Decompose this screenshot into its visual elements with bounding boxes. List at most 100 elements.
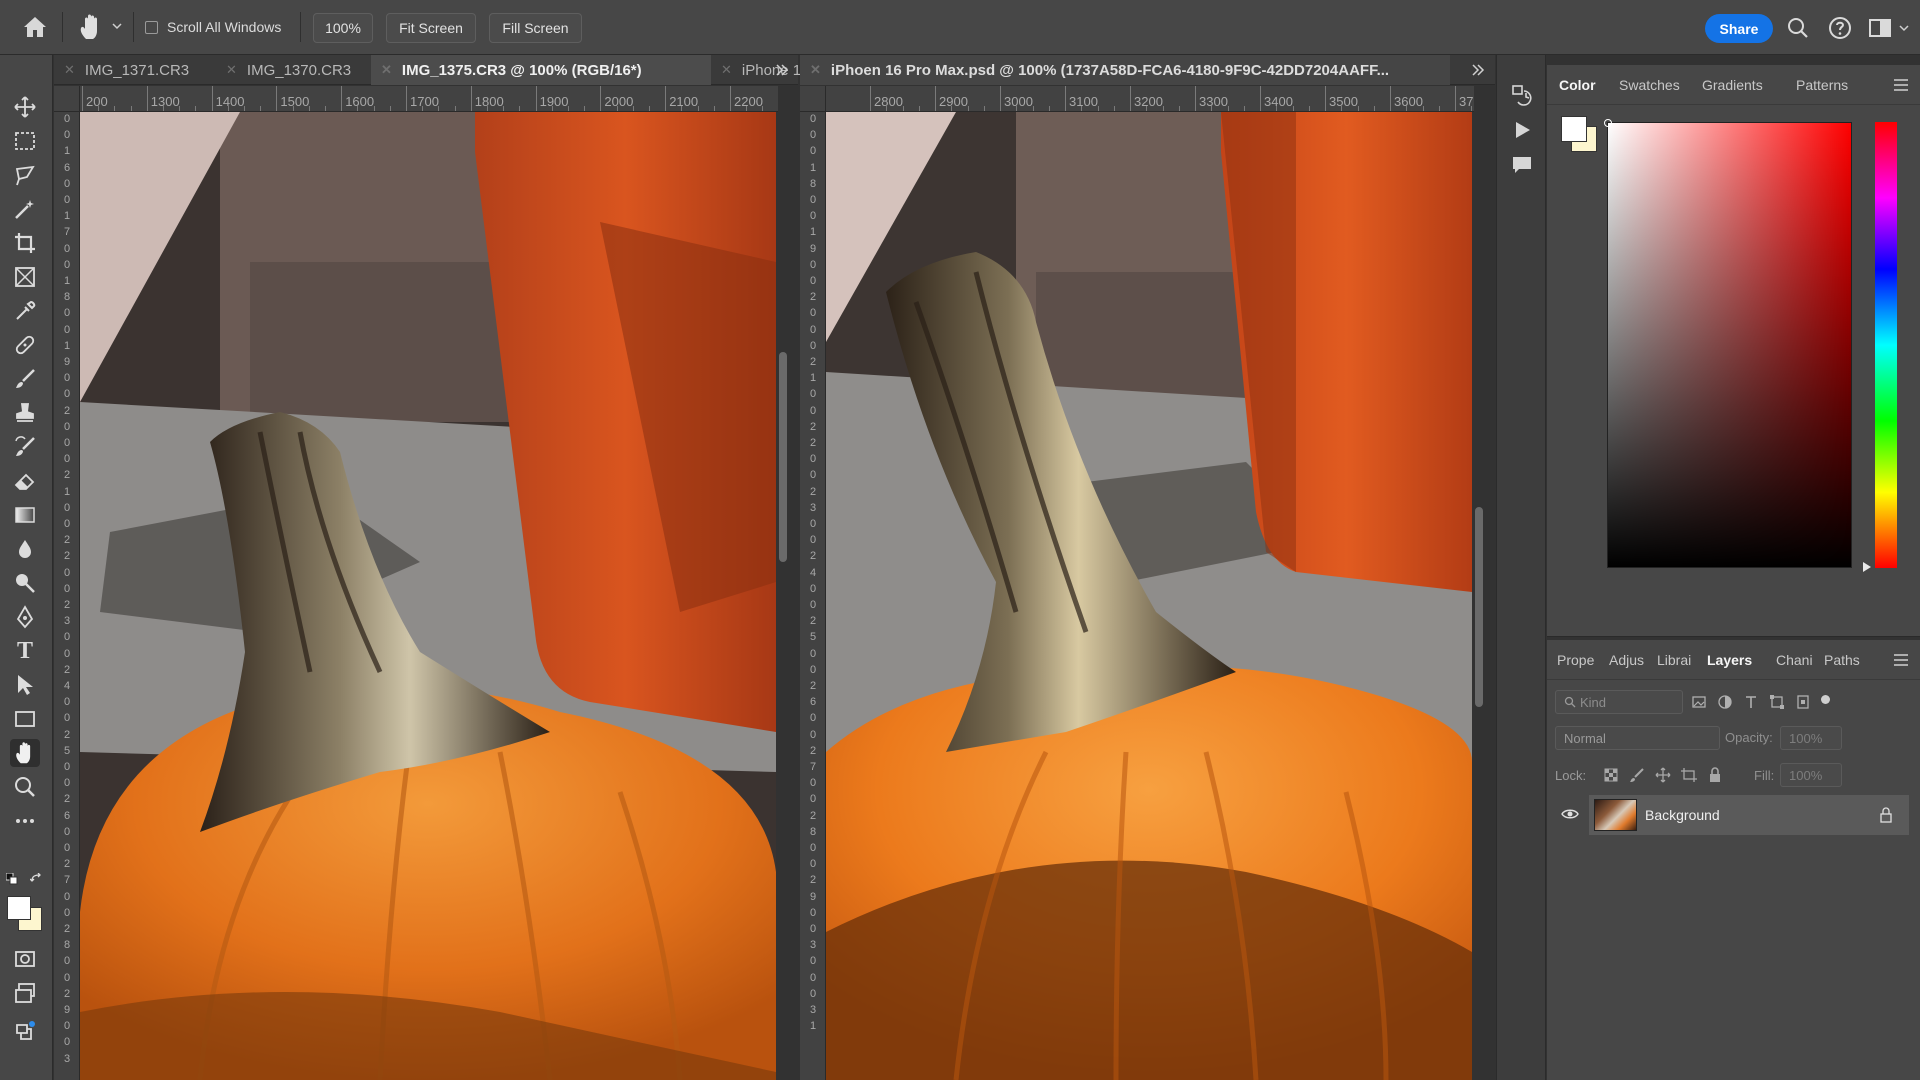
pen-tool[interactable]	[10, 603, 40, 631]
hue-slider[interactable]	[1875, 122, 1897, 568]
workspace-icon[interactable]	[1868, 16, 1892, 40]
scrollbar-thumb[interactable]	[779, 352, 787, 562]
magic-wand-tool[interactable]	[10, 195, 40, 223]
quick-mask-tool[interactable]	[10, 945, 40, 973]
scroll-all-windows-checkbox[interactable]	[145, 21, 158, 34]
history-icon[interactable]	[1510, 83, 1534, 107]
fill-input[interactable]: 100%	[1780, 763, 1842, 787]
help-icon[interactable]	[1828, 16, 1852, 40]
right-document-canvas[interactable]	[826, 112, 1472, 1080]
search-icon[interactable]	[1786, 16, 1810, 40]
close-icon[interactable]: ✕	[810, 62, 821, 78]
type-tool[interactable]: T	[10, 637, 40, 665]
left-document-canvas[interactable]	[80, 112, 776, 1080]
tab-properties[interactable]: Prope	[1557, 652, 1594, 668]
lasso-tool[interactable]	[10, 161, 40, 189]
zoom-tool[interactable]	[10, 773, 40, 801]
vertical-ruler: 0 0 0 1 8 0 0 1 9 0 0 2 0 0 0 2 1 0 0 2 2 0 0 2 3 0 0 2 4 0 0 2 5 0 0 2 6 0 0 2…	[800, 112, 826, 1080]
ruler-origin[interactable]	[54, 86, 80, 112]
comment-icon[interactable]	[1510, 153, 1534, 177]
marquee-tool[interactable]	[10, 127, 40, 155]
close-icon[interactable]: ✕	[721, 62, 732, 78]
layer-row-background[interactable]: Background	[1589, 795, 1909, 835]
zoom-100-button[interactable]: 100%	[313, 13, 373, 43]
eraser-tool[interactable]	[10, 467, 40, 495]
lock-artboard-icon[interactable]	[1681, 767, 1697, 783]
blend-mode-select[interactable]: Normal	[1555, 726, 1720, 750]
hand-tool-icon[interactable]	[78, 13, 104, 41]
foreground-color-swatch[interactable]	[1561, 116, 1587, 142]
rectangle-tool[interactable]	[10, 705, 40, 733]
document-tab-active[interactable]: ✕ IMG_1375.CR3 @ 100% (RGB/16*)	[371, 55, 711, 85]
tab-channels[interactable]: Chani	[1776, 652, 1814, 668]
blur-tool[interactable]	[10, 535, 40, 563]
tab-layers[interactable]: Layers	[1707, 652, 1752, 668]
lock-position-icon[interactable]	[1655, 767, 1671, 783]
panel-menu-icon[interactable]	[1894, 79, 1908, 91]
crop-tool[interactable]	[10, 229, 40, 257]
move-tool[interactable]	[10, 93, 40, 121]
tab-adjustments[interactable]: Adjus	[1609, 652, 1644, 668]
color-picker-field[interactable]	[1604, 119, 1852, 568]
clone-stamp-tool[interactable]	[10, 399, 40, 427]
play-icon[interactable]	[1510, 118, 1534, 142]
close-icon[interactable]: ✕	[381, 62, 392, 78]
shape-filter-icon[interactable]	[1769, 694, 1785, 710]
generative-tool[interactable]	[10, 1017, 40, 1045]
tab-color[interactable]: Color	[1559, 77, 1596, 93]
pixel-filter-icon[interactable]	[1691, 694, 1707, 710]
eyedropper-tool[interactable]	[10, 297, 40, 325]
fit-screen-button[interactable]: Fit Screen	[386, 13, 476, 43]
tab-libraries[interactable]: Librai	[1657, 652, 1695, 668]
swap-colors-icon[interactable]	[30, 873, 42, 885]
more-tabs-icon[interactable]	[1470, 62, 1486, 78]
screen-mode-tool[interactable]	[10, 979, 40, 1007]
close-icon[interactable]: ✕	[226, 62, 237, 78]
dodge-tool[interactable]	[10, 569, 40, 597]
tab-swatches[interactable]: Swatches	[1619, 77, 1680, 93]
chevron-down-icon[interactable]	[1898, 16, 1910, 40]
ruler-label: 5	[809, 631, 817, 644]
smart-object-filter-icon[interactable]	[1795, 694, 1811, 710]
share-button[interactable]: Share	[1705, 14, 1773, 43]
ruler-label: 3100	[1069, 94, 1098, 109]
type-filter-icon[interactable]	[1743, 694, 1759, 710]
lock-icon[interactable]	[1879, 807, 1893, 823]
lock-transparent-icon[interactable]	[1603, 767, 1619, 783]
color-picker-cursor[interactable]	[1604, 119, 1612, 127]
fill-screen-button[interactable]: Fill Screen	[489, 13, 582, 43]
layer-filter-kind[interactable]: Kind	[1555, 690, 1683, 714]
hue-slider-handle[interactable]	[1863, 562, 1871, 572]
tab-paths[interactable]: Paths	[1824, 652, 1860, 668]
more-tools[interactable]	[10, 807, 40, 835]
lock-pixels-icon[interactable]	[1629, 767, 1645, 783]
hand-tool[interactable]	[10, 739, 40, 767]
healing-brush-tool[interactable]	[10, 331, 40, 359]
tab-patterns[interactable]: Patterns	[1796, 77, 1848, 93]
path-selection-tool[interactable]	[10, 671, 40, 699]
scrollbar-thumb[interactable]	[1475, 507, 1483, 707]
vertical-scrollbar[interactable]	[1474, 112, 1484, 1080]
adjustment-filter-icon[interactable]	[1717, 694, 1733, 710]
more-tabs-icon[interactable]	[774, 62, 790, 78]
foreground-color-swatch[interactable]	[7, 896, 31, 920]
opacity-input[interactable]: 100%	[1780, 726, 1842, 750]
chevron-down-icon[interactable]	[112, 22, 122, 30]
document-tab[interactable]: ✕ IMG_1371.CR3	[54, 55, 216, 85]
frame-tool[interactable]	[10, 263, 40, 291]
default-colors-icon[interactable]	[6, 873, 18, 885]
brush-tool[interactable]	[10, 365, 40, 393]
home-icon[interactable]	[22, 15, 48, 39]
tab-gradients[interactable]: Gradients	[1702, 77, 1763, 93]
filter-toggle-icon[interactable]	[1821, 695, 1830, 704]
vertical-scrollbar[interactable]	[778, 112, 788, 1080]
history-brush-tool[interactable]	[10, 433, 40, 461]
panel-menu-icon[interactable]	[1894, 654, 1908, 666]
lock-all-icon[interactable]	[1707, 767, 1723, 783]
eye-icon[interactable]	[1561, 807, 1579, 821]
gradient-tool[interactable]	[10, 501, 40, 529]
ruler-origin[interactable]	[800, 86, 826, 112]
document-tab[interactable]: ✕ IMG_1370.CR3	[216, 55, 371, 85]
close-icon[interactable]: ✕	[64, 62, 75, 78]
document-tab-active[interactable]: ✕ iPhoen 16 Pro Max.psd @ 100% (1737A58D-…	[800, 55, 1450, 85]
